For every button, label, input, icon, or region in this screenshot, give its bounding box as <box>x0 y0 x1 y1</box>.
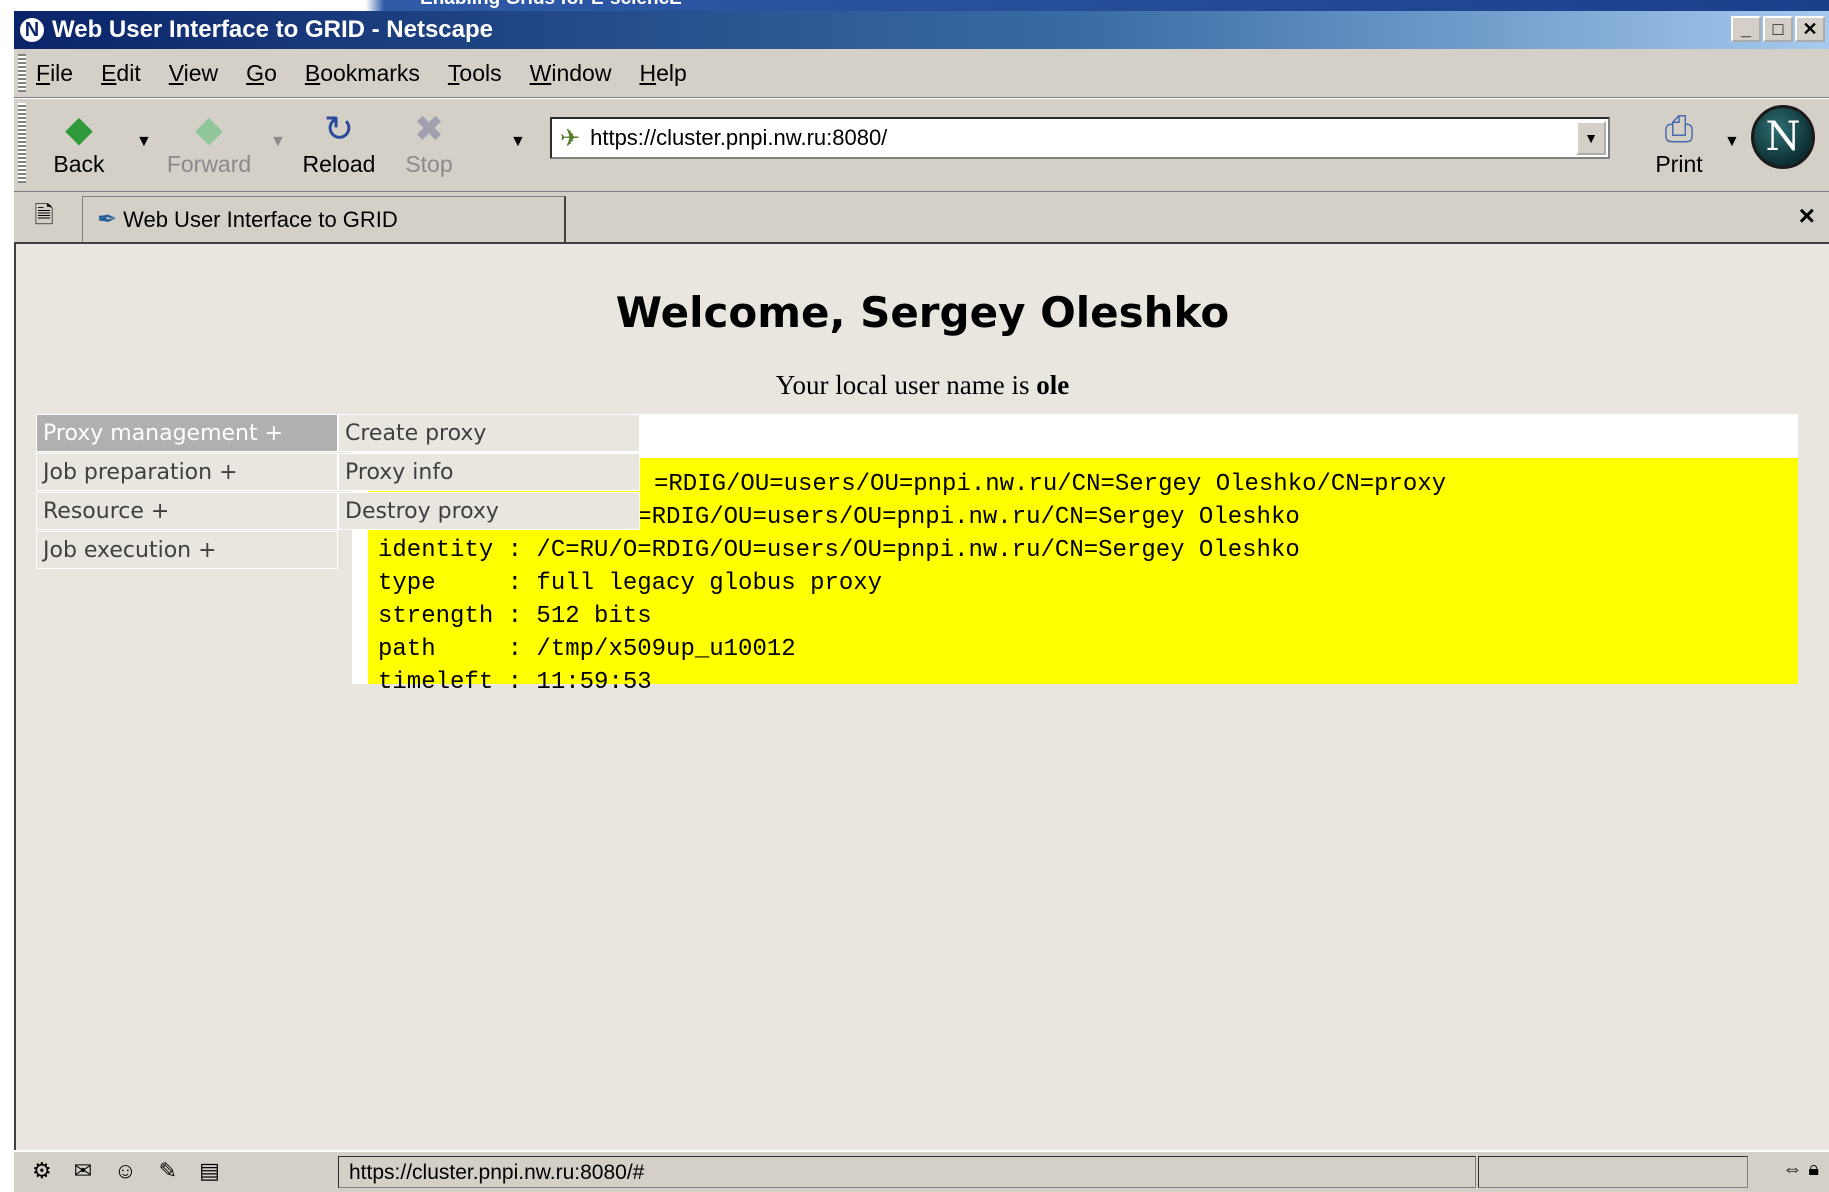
search-options-dropdown-icon[interactable]: ▼ <box>510 133 526 151</box>
proxy-subject-line: =RDIG/OU=users/OU=pnpi.nw.ru/CN=Sergey O… <box>654 471 1447 498</box>
print-button[interactable]: ⎙ Print <box>1634 107 1724 183</box>
close-window-button[interactable]: ✕ <box>1795 16 1825 42</box>
navigation-toolbar: ◆ Back ▼ ◆ Forward ▼ ↻ Reload ✖ Stop ▼ ✈… <box>14 98 1829 192</box>
back-arrow-icon: ◆ <box>65 108 93 149</box>
slide-header-banner: Enabling Grids for E-sciencE <box>0 0 1829 11</box>
stop-label: Stop <box>405 151 453 177</box>
menu-job-execution[interactable]: Job execution + <box>36 531 338 569</box>
menu-proxy-management[interactable]: Proxy management + <box>36 414 338 452</box>
slide-banner-text: Enabling Grids for E-sciencE <box>420 0 682 10</box>
print-options-dropdown-icon[interactable]: ▼ <box>1724 133 1740 151</box>
status-bar: ⚙ ✉ ☺ ✎ ▤ https://cluster.pnpi.nw.ru:808… <box>14 1150 1829 1192</box>
netscape-throbber-icon[interactable]: N <box>1751 105 1815 169</box>
submenu-proxy-info[interactable]: Proxy info <box>338 453 640 491</box>
back-button[interactable]: ◆ Back <box>34 107 124 183</box>
proxy-path-line: path : /tmp/x509up_u10012 <box>378 636 796 663</box>
window-controls: _ □ ✕ <box>1731 16 1825 42</box>
page-proxy-icon[interactable]: ✈ <box>560 124 580 153</box>
menu-go[interactable]: Go <box>246 60 277 87</box>
tab-web-ui-grid[interactable]: ✒ Web User Interface to GRID <box>82 196 566 242</box>
page-content: Welcome, Sergey Oleshko Your local user … <box>14 244 1829 1152</box>
menubar-grip-icon[interactable] <box>18 54 26 92</box>
submenu-create-proxy[interactable]: Create proxy <box>338 414 640 452</box>
menu-edit[interactable]: Edit <box>101 60 141 87</box>
title-bar: N Web User Interface to GRID - Netscape … <box>14 11 1829 49</box>
instant-messenger-icon[interactable]: ☺ <box>114 1158 136 1184</box>
status-security-area: ⇔ 🔒︎ <box>1782 1158 1819 1181</box>
online-connection-icon[interactable]: ⇔ <box>1782 1158 1802 1181</box>
window-title: Web User Interface to GRID - Netscape <box>52 16 494 43</box>
navigator-icon[interactable]: ⚙ <box>32 1158 52 1184</box>
proxy-type-line: type : full legacy globus proxy <box>378 570 883 597</box>
page-favicon-icon: ✒ <box>97 206 118 233</box>
menu-resource[interactable]: Resource + <box>36 492 338 530</box>
menu-job-preparation[interactable]: Job preparation + <box>36 453 338 491</box>
toolbar-grip-icon[interactable] <box>18 103 26 183</box>
forward-history-dropdown-icon[interactable]: ▼ <box>270 133 286 151</box>
local-user-prefix: Your local user name is <box>775 370 1037 400</box>
forward-label: Forward <box>166 151 252 177</box>
tab-label: Web User Interface to GRID <box>123 206 398 232</box>
url-text[interactable]: https://cluster.pnpi.nw.ru:8080/ <box>590 125 887 151</box>
component-bar: ⚙ ✉ ☺ ✎ ▤ <box>32 1158 220 1184</box>
printer-icon: ⎙ <box>1664 108 1694 149</box>
forward-button[interactable]: ◆ Forward <box>164 107 254 183</box>
mail-icon[interactable]: ✉ <box>74 1158 92 1184</box>
reload-icon: ↻ <box>323 108 355 149</box>
proxy-identity-line: identity : /C=RU/O=RDIG/OU=users/OU=pnpi… <box>378 537 1300 564</box>
netscape-icon: N <box>18 16 46 44</box>
address-book-icon[interactable]: ▤ <box>199 1158 220 1184</box>
composer-icon[interactable]: ✎ <box>159 1158 177 1184</box>
browser-window: N Web User Interface to GRID - Netscape … <box>12 11 1829 1192</box>
proxy-strength-line: strength : 512 bits <box>378 603 652 630</box>
url-bar[interactable]: ✈ https://cluster.pnpi.nw.ru:8080/ ▼ <box>550 117 1610 159</box>
tab-bar: 🗎 ✒ Web User Interface to GRID × <box>14 192 1829 244</box>
new-tab-icon[interactable]: 🗎 <box>28 200 60 232</box>
maximize-button[interactable]: □ <box>1763 16 1793 42</box>
back-label: Back <box>53 151 105 177</box>
local-user-name: ole <box>1036 370 1070 400</box>
menu-view[interactable]: View <box>169 60 218 87</box>
stop-icon: ✖ <box>413 108 445 149</box>
reload-label: Reload <box>302 151 376 177</box>
menu-help[interactable]: Help <box>639 60 686 87</box>
print-label: Print <box>1655 151 1703 177</box>
minimize-button[interactable]: _ <box>1731 16 1761 42</box>
menu-window[interactable]: Window <box>530 60 612 87</box>
status-progress-field <box>1478 1156 1748 1188</box>
stop-button[interactable]: ✖ Stop <box>384 107 474 183</box>
welcome-heading: Welcome, Sergey Oleshko <box>615 288 1230 337</box>
status-url: https://cluster.pnpi.nw.ru:8080/# <box>338 1156 1476 1188</box>
menu-bar: File Edit View Go Bookmarks Tools Window… <box>14 49 1829 98</box>
close-tab-icon[interactable]: × <box>1799 200 1815 232</box>
submenu-destroy-proxy[interactable]: Destroy proxy <box>338 492 640 530</box>
menu-tools[interactable]: Tools <box>448 60 502 87</box>
security-lock-icon[interactable]: 🔒︎ <box>1808 1158 1819 1181</box>
reload-button[interactable]: ↻ Reload <box>294 107 384 183</box>
local-user-line: Your local user name is ole <box>16 370 1829 401</box>
menu-bookmarks[interactable]: Bookmarks <box>305 60 420 87</box>
forward-arrow-icon: ◆ <box>195 108 223 149</box>
back-history-dropdown-icon[interactable]: ▼ <box>136 133 152 151</box>
url-history-dropdown-icon[interactable]: ▼ <box>1576 121 1606 155</box>
menu-file[interactable]: File <box>36 60 73 87</box>
proxy-timeleft-line: timeleft : 11:59:53 <box>378 669 652 696</box>
